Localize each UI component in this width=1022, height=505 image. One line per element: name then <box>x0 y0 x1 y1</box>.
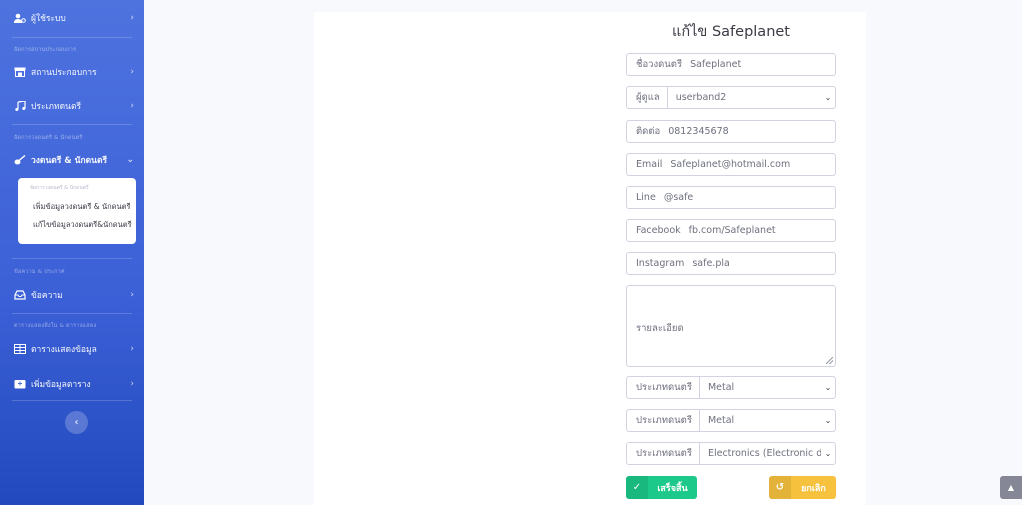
undo-icon: ↺ <box>769 476 791 499</box>
chevron-right-icon: › <box>130 13 134 23</box>
select-value[interactable]: Metal <box>700 415 821 426</box>
chevron-down-icon: ⌄ <box>824 383 832 392</box>
inbox-icon <box>14 290 26 300</box>
chevron-down-icon: ⌄ <box>126 155 134 165</box>
sidebar-item-messages[interactable]: ข้อความ › <box>0 283 144 307</box>
sidebar-divider <box>12 37 132 38</box>
genre-select-1[interactable]: ประเภทดนตรี Metal ⌄ <box>626 376 836 399</box>
select-value[interactable]: Metal <box>700 382 821 393</box>
details-textarea[interactable]: รายละเอียด <box>626 285 836 367</box>
resize-handle[interactable] <box>826 357 833 364</box>
save-button-label: เสร็จสิ้น <box>657 483 688 494</box>
sidebar-divider <box>12 313 132 314</box>
field-value[interactable]: Safeplanet@hotmail.com <box>662 159 835 170</box>
table-icon <box>14 344 26 354</box>
field-label: รายละเอียด <box>636 323 684 334</box>
music-icon <box>14 101 26 111</box>
users-cog-icon <box>14 13 26 23</box>
sidebar-submenu: จัดการวงดนตรี & นักดนตรี เพิ่มข้อมูลวงดน… <box>18 178 136 244</box>
sidebar-heading: จัดการสถานประกอบการ <box>14 47 77 53</box>
page-title: แก้ไข Safeplanet <box>672 24 790 40</box>
field-label: Line <box>636 192 656 203</box>
sidebar-heading: ข้อความ & ประกาศ <box>14 269 65 275</box>
select-value[interactable]: Electronics (Electronic dai <box>700 448 821 459</box>
chevron-right-icon: › <box>130 67 134 77</box>
guitar-icon <box>14 155 26 165</box>
submenu-item-edit-band[interactable]: แก้ไขข้อมูลวงดนตรี&นักดนตรี <box>18 216 136 234</box>
chevron-right-icon: › <box>130 344 134 354</box>
email-field[interactable]: Email Safeplanet@hotmail.com <box>626 153 836 176</box>
field-label: ประเภทดนตรี <box>627 410 700 431</box>
field-value[interactable]: fb.com/Safeplanet <box>681 225 835 236</box>
sidebar-item-label: ผู้ใช้ระบบ <box>31 14 66 24</box>
field-label: ผู้ดูแล <box>627 87 668 108</box>
save-button[interactable]: ✓ เสร็จสิ้น <box>626 476 697 499</box>
sidebar: ผู้ใช้ระบบ › จัดการสถานประกอบการ สถานประ… <box>0 0 144 505</box>
field-value[interactable]: @safe <box>656 192 835 203</box>
sidebar-heading: ตารางแสดงสิ่งใน & ตารางแสดง <box>14 323 97 329</box>
sidebar-item-label: สถานประกอบการ <box>31 68 97 78</box>
genre-select-3[interactable]: ประเภทดนตรี Electronics (Electronic dai … <box>626 442 836 465</box>
check-icon: ✓ <box>626 476 648 499</box>
field-label: Instagram <box>636 258 685 269</box>
chevron-down-icon: ⌄ <box>824 449 832 458</box>
field-label: ประเภทดนตรี <box>627 377 700 398</box>
sidebar-item-bands[interactable]: วงดนตรี & นักดนตรี ⌄ <box>0 148 144 172</box>
store-icon <box>14 67 26 77</box>
select-value[interactable]: userband2 <box>668 92 821 103</box>
sidebar-item-add-table[interactable]: เพิ่มข้อมูลตาราง › <box>0 372 144 396</box>
line-field[interactable]: Line @safe <box>626 186 836 209</box>
instagram-field[interactable]: Instagram safe.pla <box>626 252 836 275</box>
submenu-heading: จัดการวงดนตรี & นักดนตรี <box>30 185 89 191</box>
chevron-right-icon: › <box>130 101 134 111</box>
chevron-right-icon: › <box>130 290 134 300</box>
sidebar-item-label: ข้อความ <box>31 291 63 301</box>
manager-select[interactable]: ผู้ดูแล userband2 ⌄ <box>626 86 836 109</box>
sidebar-item-table[interactable]: ตารางแสดงข้อมูล › <box>0 337 144 361</box>
sidebar-item-label: ตารางแสดงข้อมูล <box>31 345 97 355</box>
cancel-button[interactable]: ↺ ยกเลิก <box>769 476 836 499</box>
sidebar-divider <box>12 258 132 259</box>
contact-field[interactable]: ติดต่อ 0812345678 <box>626 120 836 143</box>
field-label: ติดต่อ <box>636 126 661 137</box>
genre-select-2[interactable]: ประเภทดนตรี Metal ⌄ <box>626 409 836 432</box>
field-label: ประเภทดนตรี <box>627 443 700 464</box>
field-label: ชื่อวงดนตรี <box>636 59 683 70</box>
field-label: Facebook <box>636 225 681 236</box>
sidebar-item-label: เพิ่มข้อมูลตาราง <box>31 380 91 390</box>
field-label: Email <box>636 159 663 170</box>
sidebar-toggle-button[interactable]: ‹ <box>65 411 88 434</box>
sidebar-item-users[interactable]: ผู้ใช้ระบบ › <box>0 6 144 30</box>
field-value[interactable]: Safeplanet <box>682 59 835 70</box>
chevron-right-icon: › <box>130 379 134 389</box>
sidebar-item-label: วงดนตรี & นักดนตรี <box>31 156 108 166</box>
sidebar-heading: จัดการวงดนตรี & นักดนตรี <box>14 135 83 141</box>
chevron-down-icon: ⌄ <box>824 93 832 102</box>
sidebar-item-stores[interactable]: สถานประกอบการ › <box>0 60 144 84</box>
sidebar-divider <box>12 124 132 125</box>
band-name-field[interactable]: ชื่อวงดนตรี Safeplanet <box>626 53 836 76</box>
field-value[interactable]: 0812345678 <box>660 126 835 137</box>
sidebar-divider <box>12 400 132 401</box>
calendar-plus-icon <box>14 379 26 389</box>
sidebar-item-music-types[interactable]: ประเภทดนตรี › <box>0 94 144 118</box>
chevron-up-icon: ▲ <box>1007 483 1015 492</box>
cancel-button-label: ยกเลิก <box>801 483 826 494</box>
scroll-to-top-button[interactable]: ▲ <box>1000 476 1022 499</box>
chevron-down-icon: ⌄ <box>824 416 832 425</box>
facebook-field[interactable]: Facebook fb.com/Safeplanet <box>626 219 836 242</box>
submenu-item-add-band[interactable]: เพิ่มข้อมูลวงดนตรี & นักดนตรี <box>18 198 136 216</box>
field-value[interactable]: safe.pla <box>684 258 835 269</box>
sidebar-item-label: ประเภทดนตรี <box>31 102 82 112</box>
